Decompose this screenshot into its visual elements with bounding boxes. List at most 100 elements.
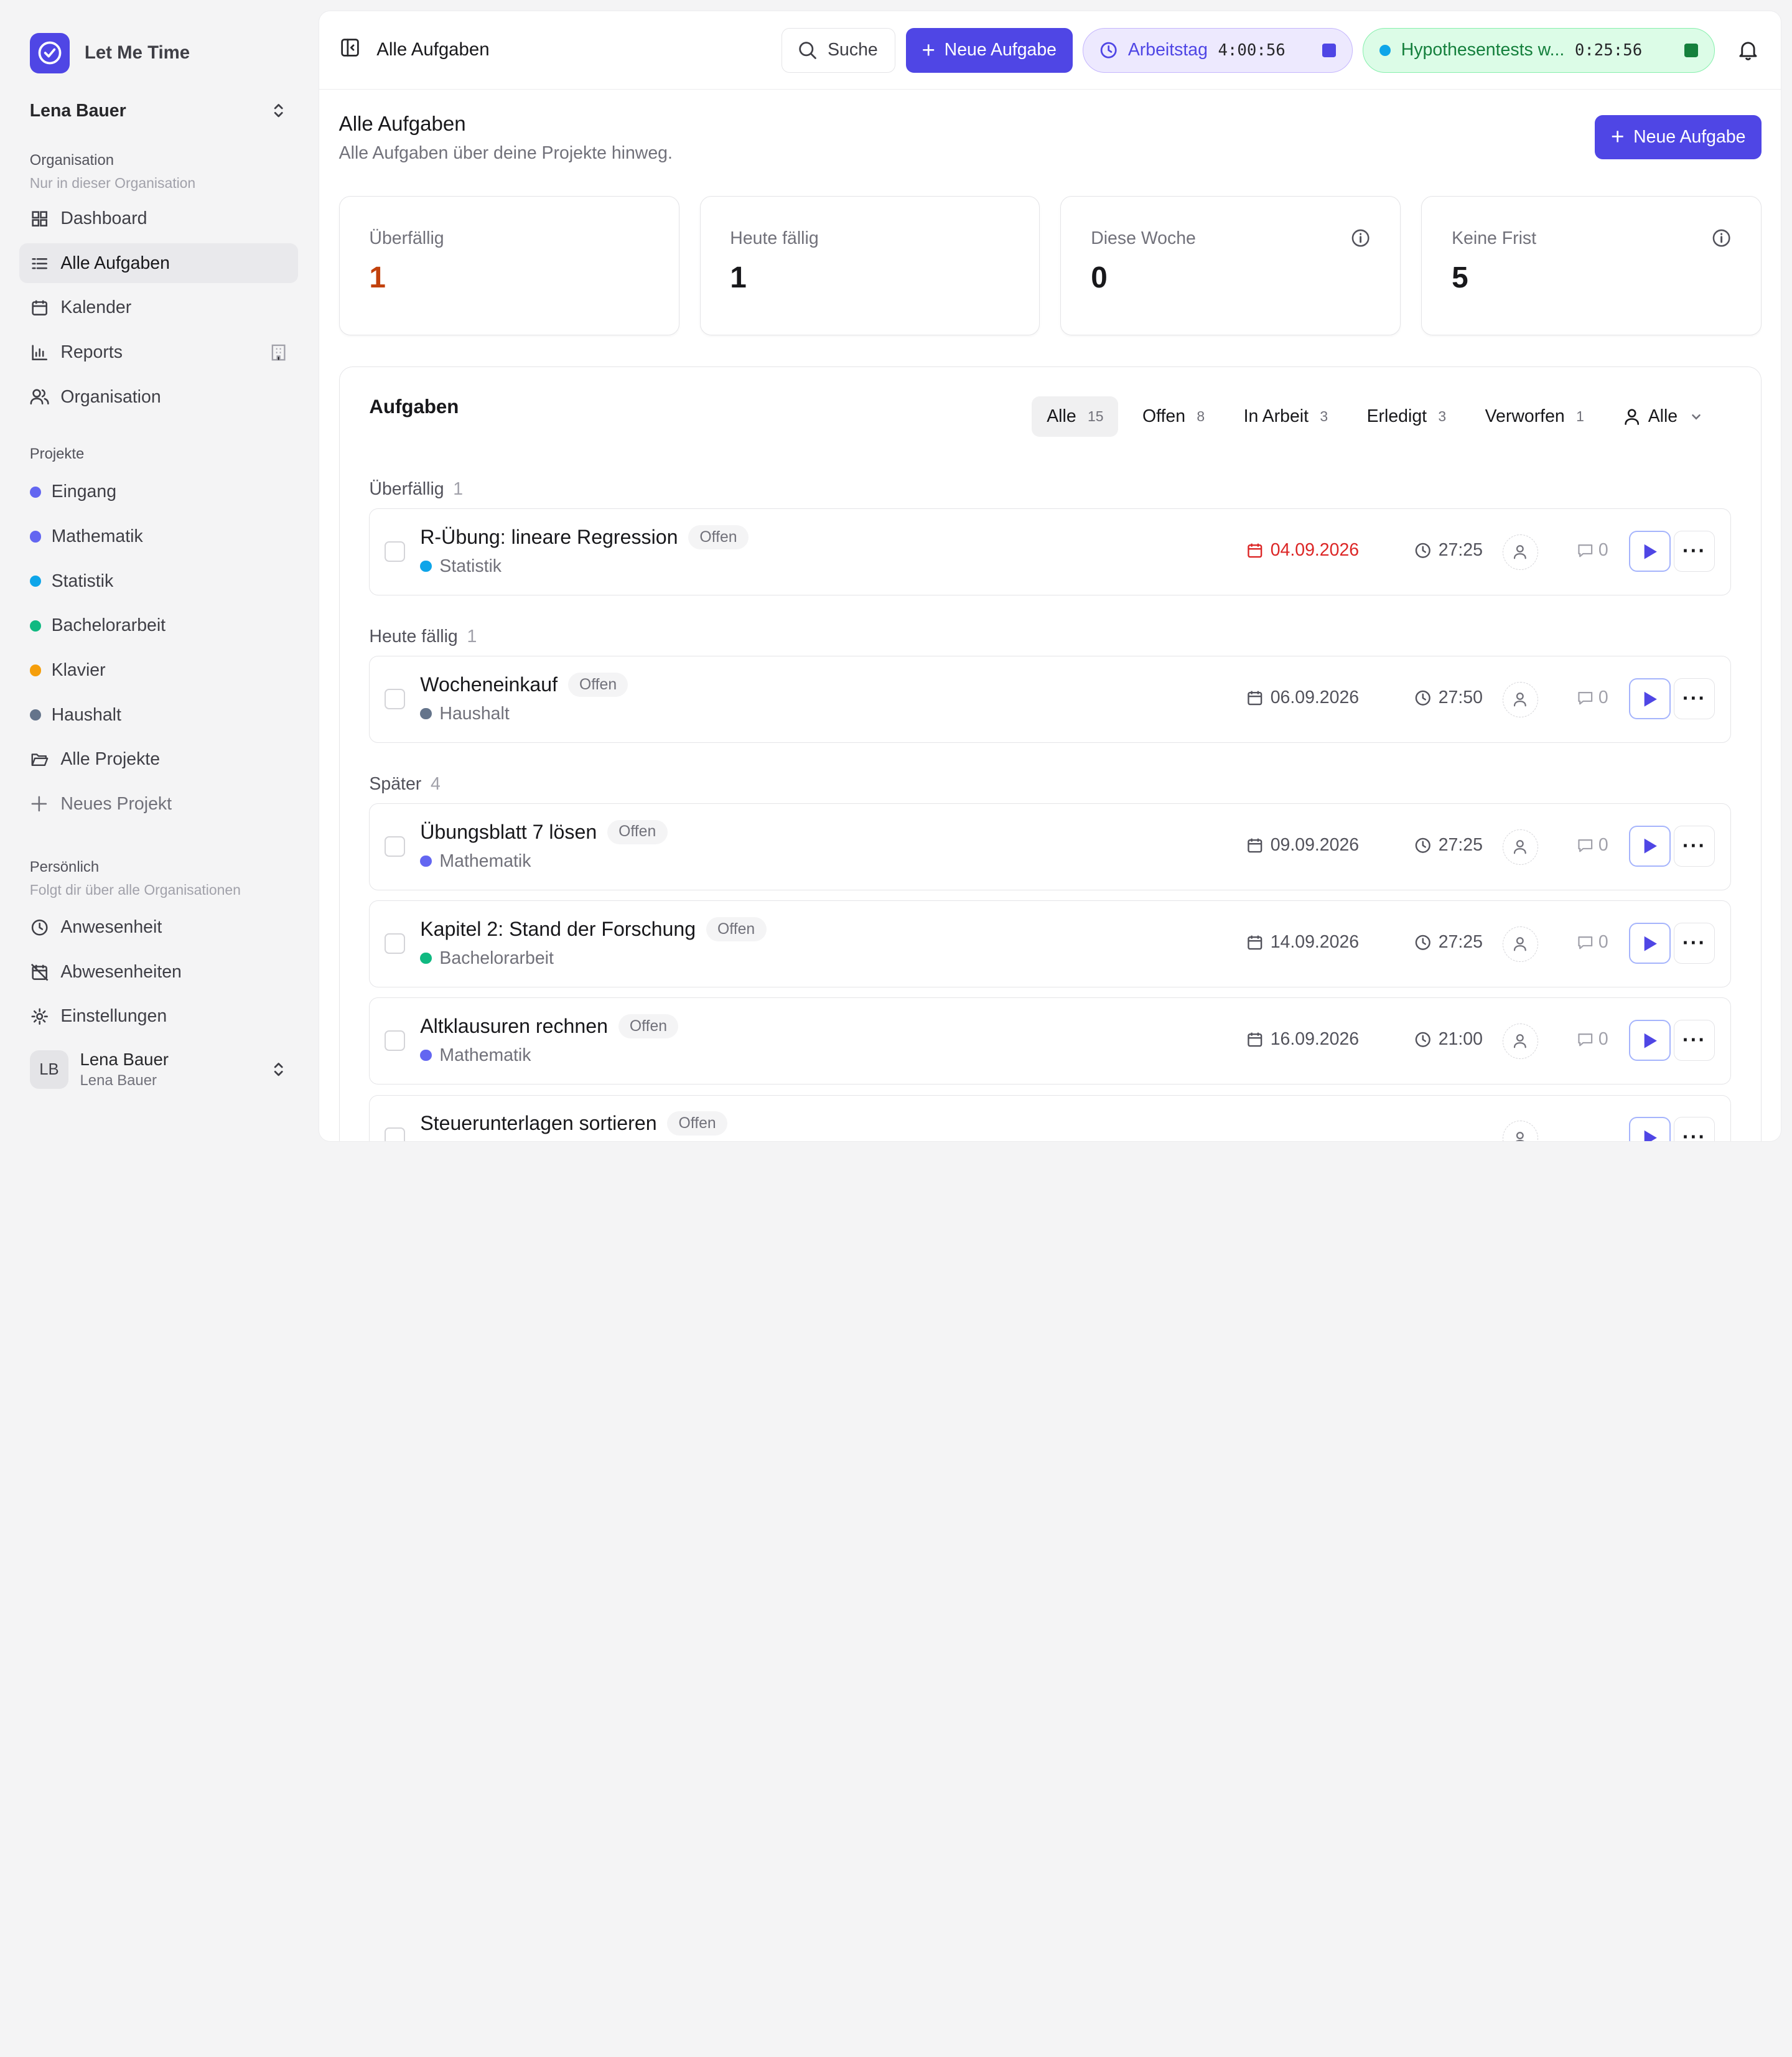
assignee-button[interactable] (1502, 534, 1538, 570)
filter-done[interactable]: Erledigt 3 (1352, 396, 1461, 436)
org-switcher[interactable]: Lena Bauer (19, 97, 298, 124)
comments-button[interactable]: 0 (1577, 688, 1608, 708)
nav-all-tasks[interactable]: Alle Aufgaben (19, 243, 299, 284)
task-checkbox[interactable] (385, 688, 406, 709)
stop-icon[interactable] (1684, 43, 1699, 57)
info-icon[interactable] (1351, 228, 1370, 253)
assignee-button[interactable] (1502, 1120, 1538, 1141)
calendar-icon (1248, 1032, 1262, 1047)
assignee-button[interactable] (1502, 829, 1538, 865)
new-task-button[interactable]: + Neue Aufgabe (1595, 114, 1762, 160)
play-icon (1644, 839, 1657, 854)
task-checkbox[interactable] (385, 1127, 406, 1141)
filter-all[interactable]: Alle 15 (1032, 396, 1119, 437)
more-options-button[interactable]: ··· (1674, 923, 1715, 964)
stat-card-due-today[interactable]: Heute fällig 1 (699, 196, 1040, 336)
start-timer-button[interactable] (1629, 1117, 1671, 1141)
user-menu[interactable]: LB Lena Bauer Lena Bauer (19, 1037, 299, 1102)
nav-absences[interactable]: Abwesenheiten (19, 952, 298, 992)
task-title[interactable]: Übungsblatt 7 lösen (420, 821, 597, 844)
task-row[interactable]: Übungsblatt 7 lösen Offen Mathematik 09.09.… (369, 803, 1732, 890)
filter-in-progress[interactable]: In Arbeit 3 (1229, 396, 1343, 436)
task-row[interactable]: Steuerunterlagen sortieren Offen ··· (369, 1094, 1732, 1141)
start-timer-button[interactable] (1629, 531, 1671, 572)
bell-icon[interactable] (1735, 39, 1760, 61)
chevrons-up-down-icon (274, 104, 284, 118)
assignee-button[interactable] (1502, 926, 1538, 962)
assignee-button[interactable] (1502, 681, 1538, 717)
project-item-eingang[interactable]: Eingang (19, 472, 298, 512)
nav-reports[interactable]: Reports (19, 332, 298, 372)
task-due-date[interactable]: 06.09.2026 (1246, 688, 1359, 708)
nav-settings[interactable]: Einstellungen (19, 997, 298, 1037)
nav-dashboard[interactable]: Dashboard (19, 198, 298, 238)
task-project: Bachelorarbeit (420, 948, 554, 969)
assignee-button[interactable] (1502, 1023, 1538, 1059)
sidebar-toggle-icon[interactable] (340, 37, 360, 63)
stop-icon[interactable] (1322, 43, 1336, 57)
task-groups: Überfällig 1 R-Übung: lineare Regression Of… (369, 459, 1732, 1141)
project-item-klavier[interactable]: Klavier (19, 650, 298, 690)
task-checkbox[interactable] (385, 541, 406, 562)
stat-card-this-week[interactable]: Diese Woche 0 (1060, 196, 1401, 336)
task-due-date[interactable]: 16.09.2026 (1246, 1029, 1359, 1050)
task-due-date-label: 09.09.2026 (1270, 834, 1360, 855)
comments-button[interactable]: 0 (1577, 835, 1608, 856)
status-badge: Offen (706, 917, 767, 942)
nav-organisation[interactable]: Organisation (19, 377, 298, 417)
comments-button[interactable]: 0 (1577, 540, 1608, 561)
search-button[interactable]: Suche (781, 28, 896, 73)
workday-timer[interactable]: Arbeitstag 4:00:56 (1083, 28, 1353, 73)
more-options-button[interactable]: ··· (1674, 1020, 1715, 1061)
nav-attendance[interactable]: Anwesenheit (19, 907, 298, 947)
more-options-button[interactable]: ··· (1674, 826, 1715, 867)
start-timer-button[interactable] (1629, 826, 1671, 867)
stat-card-no-deadline[interactable]: Keine Frist 5 (1421, 196, 1762, 336)
task-timer-time: 0:25:56 (1574, 40, 1643, 60)
task-row[interactable]: Kapitel 2: Stand der Forschung Offen Bache… (369, 900, 1732, 987)
start-timer-button[interactable] (1629, 678, 1671, 720)
project-item-haushalt[interactable]: Haushalt (19, 695, 298, 735)
task-row[interactable]: Wocheneinkauf Offen Haushalt 06.09.2026 27:5… (369, 656, 1732, 743)
comments-button[interactable]: 0 (1577, 1029, 1608, 1050)
task-due-date[interactable]: 04.09.2026 (1246, 540, 1359, 561)
nav-all-projects[interactable]: Alle Projekte (19, 740, 298, 780)
plus-icon: + (922, 37, 935, 63)
project-item-statistik[interactable]: Statistik (19, 561, 298, 601)
nav-calendar[interactable]: Kalender (19, 288, 298, 328)
task-title[interactable]: R-Übung: lineare Regression (420, 526, 678, 549)
stat-card-overdue[interactable]: Überfällig 1 (338, 196, 679, 336)
comments-count: 0 (1598, 540, 1608, 560)
project-label: Haushalt (51, 704, 121, 725)
status-badge: Offen (688, 525, 749, 550)
comments-button[interactable]: 0 (1577, 932, 1608, 953)
task-title[interactable]: Wocheneinkauf (420, 673, 558, 696)
task-due-date[interactable]: 14.09.2026 (1246, 932, 1359, 953)
project-item-mathematik[interactable]: Mathematik (19, 516, 298, 556)
filter-discarded[interactable]: Verworfen 1 (1470, 396, 1599, 436)
filter-open[interactable]: Offen 8 (1127, 396, 1220, 436)
more-options-button[interactable]: ··· (1674, 1117, 1715, 1141)
task-row[interactable]: R-Übung: lineare Regression Offen Statisti… (369, 508, 1732, 595)
start-timer-button[interactable] (1629, 923, 1671, 964)
topbar-new-task-button[interactable]: + Neue Aufgabe (905, 28, 1073, 73)
task-title[interactable]: Altklausuren rechnen (420, 1015, 608, 1038)
task-title[interactable]: Kapitel 2: Stand der Forschung (420, 918, 696, 941)
task-timer[interactable]: Hypothesentests w... 0:25:56 (1363, 28, 1715, 73)
task-row[interactable]: Altklausuren rechnen Offen Mathematik 16.09… (369, 997, 1732, 1084)
info-icon[interactable] (1712, 228, 1731, 253)
task-checkbox[interactable] (385, 1030, 406, 1051)
more-options-button[interactable]: ··· (1674, 678, 1715, 720)
start-timer-button[interactable] (1629, 1020, 1671, 1061)
task-checkbox[interactable] (385, 933, 406, 954)
project-label: Mathematik (51, 526, 143, 547)
task-title[interactable]: Steuerunterlagen sortieren (420, 1112, 656, 1135)
task-checkbox[interactable] (385, 836, 406, 857)
more-options-button[interactable]: ··· (1674, 531, 1715, 572)
project-item-bachelorarbeit[interactable]: Bachelorarbeit (19, 606, 298, 646)
brand[interactable]: Let Me Time (19, 29, 298, 78)
nav-label: Organisation (60, 386, 161, 407)
assignee-filter-dropdown[interactable]: Alle (1608, 396, 1717, 436)
task-due-date[interactable]: 09.09.2026 (1246, 835, 1359, 856)
new-project-button[interactable]: Neues Projekt (19, 784, 298, 824)
